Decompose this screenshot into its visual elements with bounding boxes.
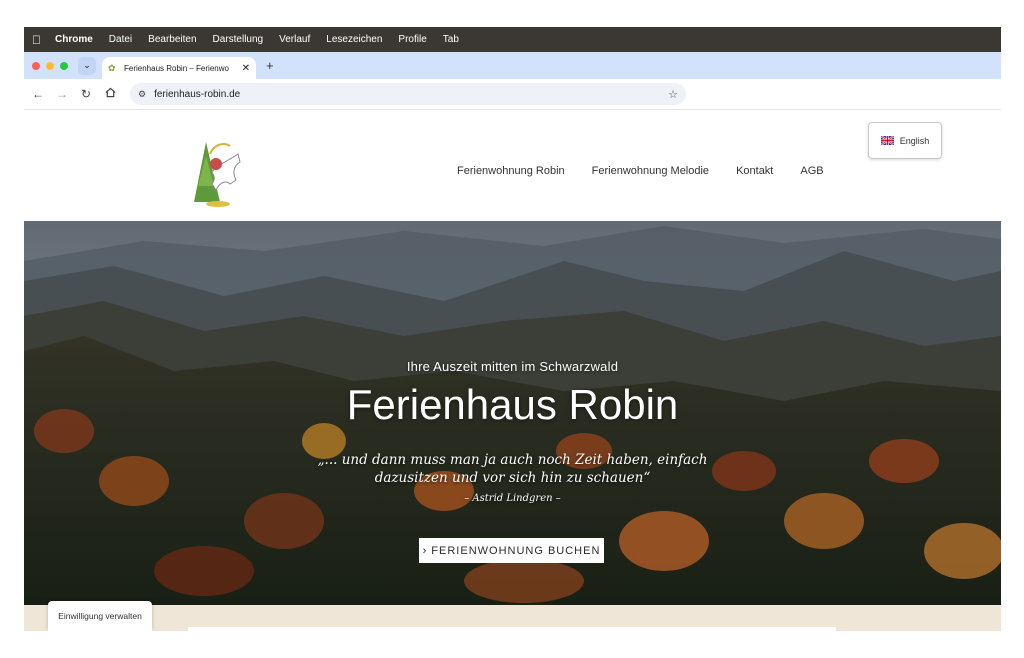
home-icon[interactable] <box>100 87 120 101</box>
tab-search-chevron-icon[interactable]: ⌄ <box>78 56 96 75</box>
content-card <box>188 627 836 631</box>
close-window-button[interactable] <box>32 61 40 70</box>
nav-kontakt[interactable]: Kontakt <box>736 165 773 177</box>
book-apartment-button[interactable]: › FERIENWOHNUNG BUCHEN <box>419 538 604 563</box>
menu-datei[interactable]: Datei <box>109 34 132 45</box>
forward-arrow-icon[interactable]: → <box>52 87 72 101</box>
nav-ferienwohnung-melodie[interactable]: Ferienwohnung Melodie <box>592 165 709 177</box>
language-switcher[interactable]: English <box>868 122 942 159</box>
hero-tagline: Ihre Auszeit mitten im Schwarzwald <box>406 359 619 374</box>
nav-agb[interactable]: AGB <box>800 165 823 177</box>
menu-tab[interactable]: Tab <box>443 34 459 45</box>
mac-menubar:  Chrome Datei Bearbeiten Darstellung Ve… <box>24 27 1001 52</box>
hero-section: Ihre Auszeit mitten im Schwarzwald Ferie… <box>24 221 1001 605</box>
browser-toolbar: ← → ↻ ⚙ ferienhaus-robin.de ☆ <box>24 79 1001 110</box>
zoom-window-button[interactable] <box>60 61 68 70</box>
bookmark-star-icon[interactable]: ☆ <box>668 88 678 101</box>
consent-manage-button[interactable]: Einwilligung verwalten <box>48 601 152 631</box>
menu-lesezeichen[interactable]: Lesezeichen <box>326 34 382 45</box>
menu-profile[interactable]: Profile <box>398 34 426 45</box>
hero-quote: „... und dann muss man ja auch noch Zeit… <box>317 452 708 486</box>
nav-ferienwohnung-robin[interactable]: Ferienwohnung Robin <box>457 165 565 177</box>
content-section <box>24 605 1001 631</box>
active-tab[interactable]: ✿ Ferienhaus Robin – Ferienwo ✕ <box>102 57 256 79</box>
web-page: Ferienwohnung Robin Ferienwohnung Melodi… <box>24 122 1001 631</box>
back-arrow-icon[interactable]: ← <box>28 87 48 101</box>
hero-quote-author: – Astrid Lindgren – <box>464 493 561 504</box>
language-label: English <box>899 135 930 146</box>
menu-app-name[interactable]: Chrome <box>55 34 93 45</box>
window-controls <box>32 61 68 70</box>
url-text: ferienhaus-robin.de <box>154 88 241 100</box>
ferienhaus-robin-logo[interactable] <box>186 134 248 210</box>
minimize-window-button[interactable] <box>46 61 54 70</box>
close-tab-icon[interactable]: ✕ <box>242 63 250 74</box>
browser-window:  Chrome Datei Bearbeiten Darstellung Ve… <box>24 27 1001 631</box>
site-favicon-icon: ✿ <box>108 63 116 73</box>
address-bar[interactable]: ⚙ ferienhaus-robin.de ☆ <box>130 83 686 105</box>
tab-title: Ferienhaus Robin – Ferienwo <box>124 63 229 73</box>
uk-flag-icon <box>880 136 894 145</box>
menu-verlauf[interactable]: Verlauf <box>279 34 310 45</box>
hero-title: Ferienhaus Robin <box>346 381 679 428</box>
apple-icon[interactable]:  <box>32 33 41 47</box>
menu-darstellung[interactable]: Darstellung <box>213 34 264 45</box>
site-settings-icon[interactable]: ⚙ <box>138 89 146 100</box>
site-header: Ferienwohnung Robin Ferienwohnung Melodi… <box>24 122 1001 221</box>
tab-strip: ⌄ ✿ Ferienhaus Robin – Ferienwo ✕ + <box>24 52 1001 79</box>
new-tab-plus-icon[interactable]: + <box>266 58 274 73</box>
main-navigation: Ferienwohnung Robin Ferienwohnung Melodi… <box>457 165 851 177</box>
menu-bearbeiten[interactable]: Bearbeiten <box>148 34 196 45</box>
reload-icon[interactable]: ↻ <box>76 87 96 101</box>
